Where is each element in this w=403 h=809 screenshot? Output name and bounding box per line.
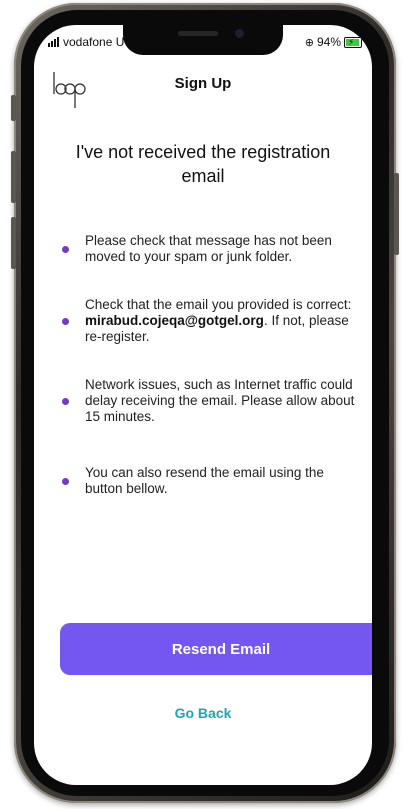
bullet-item: Network issues, such as Internet traffic… xyxy=(62,377,362,425)
bullet-dot-icon xyxy=(62,245,69,253)
speaker-icon xyxy=(178,31,218,36)
signal-icon xyxy=(48,37,59,47)
bullet-item: Please check that message has not been m… xyxy=(62,233,362,265)
go-back-link[interactable]: Go Back xyxy=(34,705,372,721)
bullet-item: You can also resend the email using the … xyxy=(62,465,362,497)
bullet-text: Please check that message has not been m… xyxy=(85,233,332,264)
bullet-text-part: Check that the email you provided is cor… xyxy=(85,297,352,312)
battery-icon: ⚡ xyxy=(344,36,362,48)
main-heading: I've not received the registration email xyxy=(75,142,331,186)
bullet-text: You can also resend the email using the … xyxy=(85,465,324,496)
volume-up-button xyxy=(11,151,16,203)
page-title: Sign Up xyxy=(174,75,232,92)
battery-percent: 94% xyxy=(316,35,341,49)
status-left: vodafone U xyxy=(48,35,124,49)
carrier-label: vodafone U xyxy=(63,35,125,49)
app-screen: vodafone U ⊕ 94% ⚡ Sign Up I've not rece… xyxy=(34,25,372,785)
power-button xyxy=(394,173,399,255)
mute-switch xyxy=(11,95,16,121)
bullet-dot-icon xyxy=(62,317,69,325)
camera-icon xyxy=(235,29,244,38)
email-address: mirabud.cojeqa@gotgel.org xyxy=(85,313,264,328)
volume-down-button xyxy=(11,217,16,269)
bullet-text: Check that the email you provided is cor… xyxy=(85,297,362,345)
notch xyxy=(123,25,283,55)
bullet-item: Check that the email you provided is cor… xyxy=(62,297,362,345)
bullet-text: Network issues, such as Internet traffic… xyxy=(85,377,355,424)
status-right: ⊕ 94% ⚡ xyxy=(305,35,362,49)
location-icon: ⊕ xyxy=(304,36,314,49)
bullet-dot-icon xyxy=(62,477,69,485)
resend-email-button[interactable]: Resend Email xyxy=(60,623,372,675)
bullet-dot-icon xyxy=(62,397,69,405)
